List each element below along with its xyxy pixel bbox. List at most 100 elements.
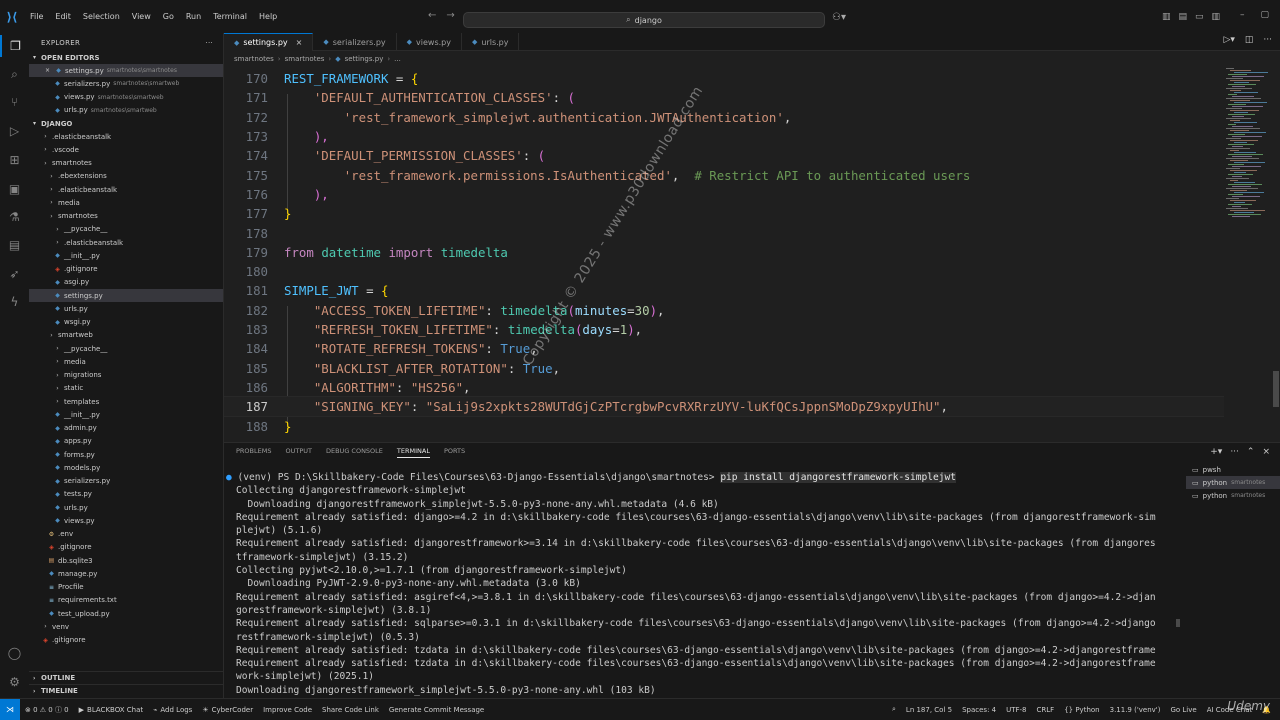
status-item-add-logs[interactable]: ⌁ Add Logs: [148, 706, 197, 714]
tree-file[interactable]: ◆ asgi.py: [29, 276, 223, 289]
scrollbar-thumb[interactable]: [1273, 371, 1279, 407]
status-right-item[interactable]: Spaces: 4: [957, 706, 1001, 714]
tree-folder[interactable]: › smartweb: [29, 329, 223, 342]
close-icon[interactable]: ×: [43, 67, 52, 74]
panel-tab-output[interactable]: OUTPUT: [285, 447, 312, 458]
tree-folder[interactable]: › .ebextensions: [29, 170, 223, 183]
tree-file[interactable]: ◆ serializers.py: [29, 475, 223, 488]
tree-folder[interactable]: › static: [29, 382, 223, 395]
chat-icon[interactable]: ▤: [0, 234, 29, 256]
toggle-primary-sidebar-icon[interactable]: ▤: [1179, 12, 1188, 22]
tree-file[interactable]: ◆ manage.py: [29, 567, 223, 580]
breadcrumb-item[interactable]: smartnotes: [234, 55, 274, 63]
status-right-item[interactable]: UTF-8: [1001, 706, 1031, 714]
workspace-header[interactable]: ▾ DJANGO: [29, 117, 223, 130]
run-python-icon[interactable]: ▷▾: [1223, 35, 1234, 45]
tree-file[interactable]: ⚙ .env: [29, 528, 223, 541]
menu-run[interactable]: Run: [180, 0, 207, 33]
close-panel-icon[interactable]: ×: [1262, 447, 1270, 457]
tree-file[interactable]: ◈ .gitignore: [29, 263, 223, 276]
tab-settings[interactable]: ◆ settings.py ×: [224, 33, 314, 51]
minimize-icon[interactable]: –: [1240, 10, 1245, 20]
tree-file[interactable]: ◆ admin.py: [29, 422, 223, 435]
open-editor-item[interactable]: × ◆ settings.py smartnotes\smartnotes: [29, 64, 223, 78]
status-item-improve-code[interactable]: Improve Code: [258, 706, 317, 714]
open-editor-item[interactable]: ◆ serializers.py smartnotes\smartweb: [29, 77, 223, 90]
editor-scrollbar[interactable]: [1272, 66, 1280, 440]
menu-file[interactable]: File: [24, 0, 49, 33]
tree-folder[interactable]: › .elasticbeanstalk: [29, 130, 223, 143]
tab-views[interactable]: ◆ views.py: [397, 33, 462, 51]
tree-file[interactable]: ◆ __init__.py: [29, 408, 223, 421]
terminal-scroll-thumb[interactable]: [1176, 619, 1180, 627]
tree-folder[interactable]: › smartnotes: [29, 157, 223, 170]
live-share-icon[interactable]: ➶: [0, 263, 29, 285]
status-right-item[interactable]: 3.11.9 ('venv'): [1105, 706, 1166, 714]
menu-selection[interactable]: Selection: [77, 0, 126, 33]
problems-indicator[interactable]: ⊗ 0 ⚠ 0 ⓘ 0: [20, 705, 74, 715]
tree-folder[interactable]: › .vscode: [29, 143, 223, 156]
split-editor-icon[interactable]: ◫: [1245, 35, 1254, 45]
toggle-sidebar-icon[interactable]: ▥: [1162, 12, 1171, 22]
status-right-item[interactable]: Go Live: [1165, 706, 1201, 714]
ai-assistant-icon[interactable]: ϟ: [0, 291, 29, 313]
status-item-cybercoder[interactable]: ☀ CyberCoder: [197, 706, 258, 714]
maximize-panel-icon[interactable]: ⌃: [1247, 447, 1255, 457]
tree-folder[interactable]: › __pycache__: [29, 342, 223, 355]
tree-file[interactable]: ≡ requirements.txt: [29, 594, 223, 607]
status-item-share-code-link[interactable]: Share Code Link: [317, 706, 384, 714]
more-actions-icon[interactable]: ···: [1230, 447, 1239, 457]
tree-file[interactable]: ◆ views.py: [29, 514, 223, 527]
tree-file[interactable]: ◆ wsgi.py: [29, 316, 223, 329]
tree-file[interactable]: ◈ .gitignore: [29, 634, 223, 647]
open-editor-item[interactable]: ◆ views.py smartnotes\smartweb: [29, 91, 223, 104]
menu-view[interactable]: View: [126, 0, 157, 33]
run-debug-icon[interactable]: ▷: [0, 120, 29, 142]
new-terminal-icon[interactable]: +▾: [1210, 447, 1222, 457]
status-right-item[interactable]: Ln 187, Col 5: [901, 706, 957, 714]
status-item-blackbox-chat[interactable]: ▶ BLACKBOX Chat: [74, 706, 149, 714]
tree-file[interactable]: ◆ apps.py: [29, 435, 223, 448]
account-icon[interactable]: ◯: [0, 642, 29, 664]
status-item-generate-commit-message[interactable]: Generate Commit Message: [384, 706, 489, 714]
tree-folder[interactable]: › __pycache__: [29, 223, 223, 236]
tree-file[interactable]: ◆ forms.py: [29, 448, 223, 461]
remote-indicator-icon[interactable]: ⋊: [0, 699, 20, 720]
extensions-icon[interactable]: ⊞: [0, 149, 29, 171]
tree-file[interactable]: ◆ urls.py: [29, 302, 223, 315]
zoom-icon[interactable]: ⌕: [887, 705, 901, 714]
more-actions-icon[interactable]: ···: [1263, 35, 1272, 45]
menu-go[interactable]: Go: [157, 0, 180, 33]
tree-folder[interactable]: › media: [29, 196, 223, 209]
tab-urls[interactable]: ◆ urls.py: [462, 33, 520, 51]
tree-folder[interactable]: › smartnotes: [29, 210, 223, 223]
open-editors-header[interactable]: ▾ OPEN EDITORS: [29, 51, 223, 64]
menu-edit[interactable]: Edit: [49, 0, 77, 33]
more-actions-icon[interactable]: ···: [205, 39, 213, 47]
open-editor-item[interactable]: ◆ urls.py smartnotes\smartweb: [29, 104, 223, 117]
tree-folder[interactable]: › media: [29, 355, 223, 368]
tree-file[interactable]: ◆ __init__.py: [29, 249, 223, 262]
toggle-panel-icon[interactable]: ▭: [1195, 12, 1204, 22]
terminal-scrollbar[interactable]: [1176, 471, 1180, 671]
menu-help[interactable]: Help: [253, 0, 283, 33]
status-right-item[interactable]: CRLF: [1032, 706, 1060, 714]
tree-file[interactable]: ▤ db.sqlite3: [29, 554, 223, 567]
tree-folder[interactable]: › templates: [29, 395, 223, 408]
forward-arrow-icon[interactable]: →: [446, 10, 454, 21]
settings-gear-icon[interactable]: ⚙: [0, 671, 29, 693]
tree-file[interactable]: ◆ models.py: [29, 461, 223, 474]
terminal-instance[interactable]: ▭ python smartnotes: [1186, 476, 1280, 489]
search-icon[interactable]: ⌕: [0, 63, 29, 85]
terminal-instance[interactable]: ▭ pwsh: [1186, 463, 1280, 476]
close-tab-icon[interactable]: ×: [296, 38, 303, 47]
panel-tab-debug-console[interactable]: DEBUG CONSOLE: [326, 447, 383, 458]
menu-terminal[interactable]: Terminal: [207, 0, 253, 33]
terminal-output[interactable]: ● (venv) PS D:\Skillbakery-Code Files\Co…: [226, 471, 1176, 699]
testing-icon[interactable]: ⚗: [0, 206, 29, 228]
status-right-item[interactable]: {} Python: [1059, 706, 1104, 714]
tree-file[interactable]: ≡ Procfile: [29, 581, 223, 594]
explorer-icon[interactable]: ❐: [0, 35, 29, 57]
panel-tab-terminal[interactable]: TERMINAL: [396, 447, 430, 458]
tree-file[interactable]: ◆ tests.py: [29, 488, 223, 501]
